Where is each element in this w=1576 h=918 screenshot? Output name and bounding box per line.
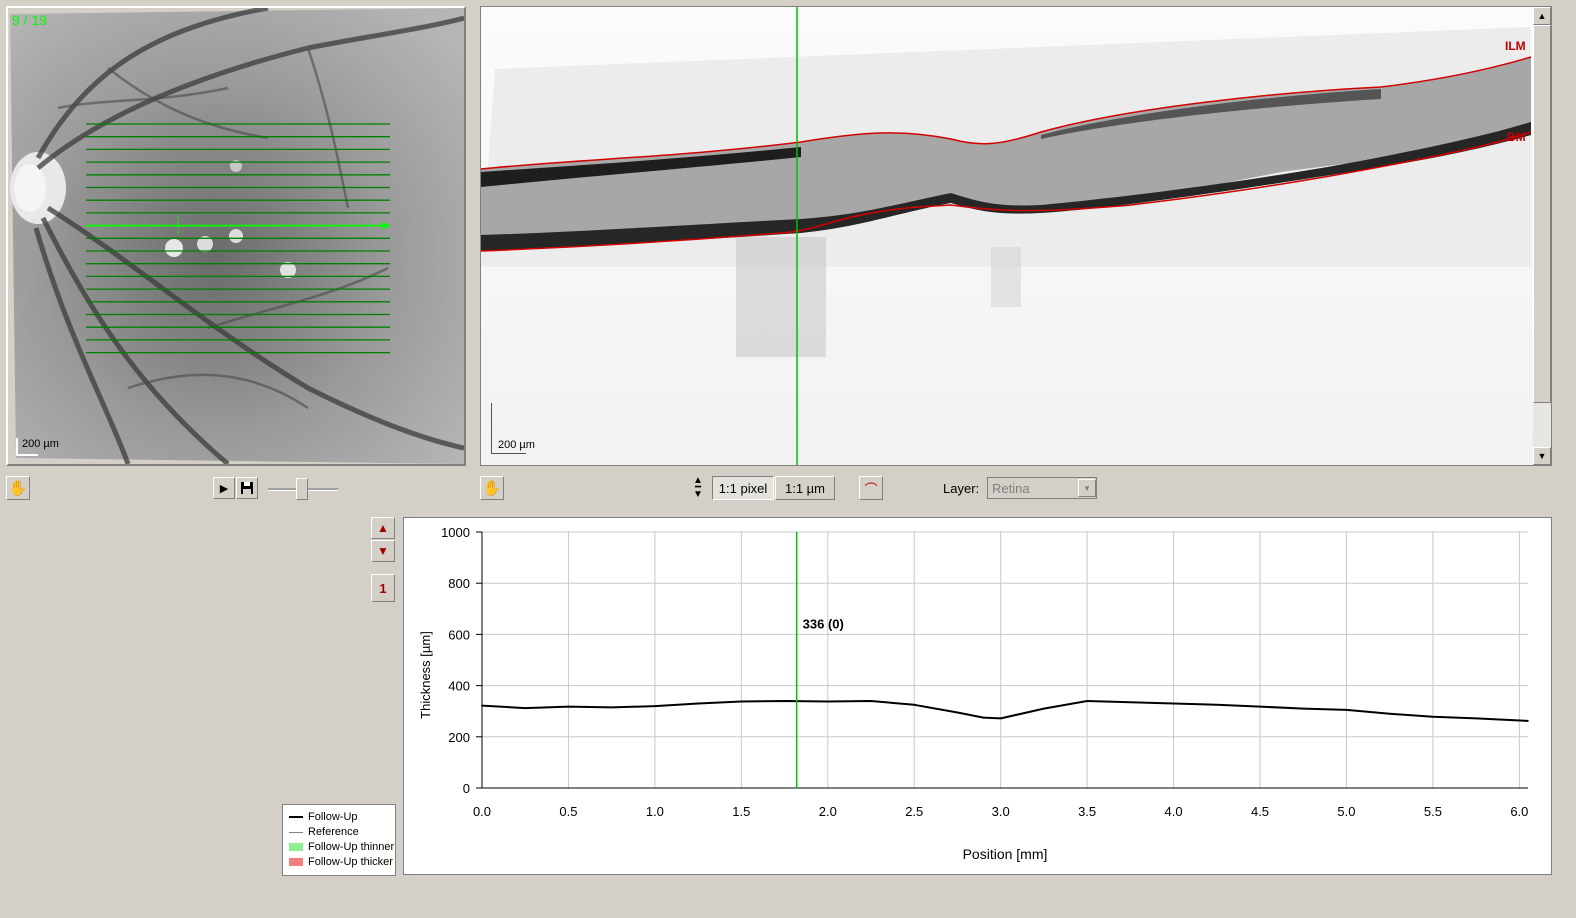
fundus-scale-label: 200 µm	[22, 438, 59, 450]
series-index-button[interactable]: 1	[371, 574, 395, 602]
bm-label: BM	[1507, 130, 1526, 144]
data-point	[1172, 702, 1175, 705]
chart-legend: Follow-Up Reference Follow-Up thinner Fo…	[282, 804, 396, 876]
arrow-up-icon: ▲	[377, 521, 389, 535]
x-tick-label: 5.5	[1424, 804, 1442, 819]
previous-series-button[interactable]: ▲	[371, 517, 395, 539]
data-point	[1527, 720, 1529, 722]
layer-select-value: Retina	[992, 481, 1030, 496]
scan-slider[interactable]	[268, 478, 338, 500]
y-tick-label: 400	[448, 679, 470, 694]
data-point	[826, 700, 829, 703]
data-point	[1043, 707, 1045, 710]
x-tick-label: 0.5	[559, 804, 577, 819]
legend-item-reference: Reference	[289, 825, 359, 839]
data-point	[1086, 700, 1088, 702]
x-tick-label: 1.5	[732, 804, 750, 819]
layer-edit-cursor-icon: ⌒	[864, 481, 878, 497]
series-follow-up-line	[481, 700, 1529, 722]
data-point	[1302, 707, 1305, 710]
layer-label: Layer:	[943, 481, 980, 496]
x-tick-label: 2.0	[819, 804, 837, 819]
next-series-button[interactable]: ▼	[371, 540, 395, 562]
x-tick-label: 3.0	[992, 804, 1010, 819]
x-tick-label: 2.5	[905, 804, 923, 819]
x-tick-label: 5.0	[1337, 804, 1355, 819]
x-tick-label: 6.0	[1510, 804, 1528, 819]
legend-item-thinner: Follow-Up thinner	[289, 840, 394, 854]
layer-dropdown-button[interactable]: ▼	[1078, 479, 1096, 497]
bscan-viewer[interactable]: ILM BM 200 µm ▲ ▼	[480, 6, 1552, 466]
fundus-image-viewer[interactable]: 9 / 19 200 µm	[6, 6, 466, 466]
x-tick-label: 0.0	[473, 804, 491, 819]
x-tick-label: 3.5	[1078, 804, 1096, 819]
data-point	[1475, 717, 1477, 720]
scroll-up-button[interactable]: ▲	[1533, 7, 1551, 25]
bscan-scale-label: 200 µm	[498, 439, 535, 451]
layer-select[interactable]: Retina ▼	[987, 477, 1097, 499]
zoom-1to1-pixel-button[interactable]: 1:1 pixel	[712, 476, 774, 500]
cursor-value-label: 336 (0)	[803, 616, 844, 631]
data-point	[1259, 705, 1261, 708]
legend-label: Follow-Up thinner	[308, 841, 395, 853]
data-point	[1388, 712, 1391, 715]
data-point	[697, 702, 699, 705]
scrollbar-thumb[interactable]	[1533, 25, 1551, 403]
y-tick-label: 600	[448, 627, 470, 642]
y-tick-label: 1000	[441, 525, 470, 540]
scan-counter: 9 / 19	[12, 12, 48, 28]
x-tick-label: 4.5	[1251, 804, 1269, 819]
y-tick-label: 0	[463, 781, 470, 796]
legend-label: Reference	[308, 826, 359, 838]
bscan-image	[481, 7, 1533, 465]
vertical-fit-icon[interactable]: ▲ ━ ▼	[691, 476, 705, 500]
data-point	[1345, 709, 1348, 711]
chevron-down-icon: ▼	[1083, 483, 1091, 493]
data-point	[740, 700, 743, 703]
play-button[interactable]: ▶	[213, 477, 235, 499]
scroll-down-button[interactable]: ▼	[1533, 447, 1551, 465]
ilm-label: ILM	[1505, 39, 1526, 53]
data-point	[524, 707, 527, 709]
slider-thumb[interactable]	[296, 478, 308, 500]
data-point	[1432, 716, 1434, 718]
thickness-chart-plot: 0.0 0.5 1.0 1.5 2.0 2.5 3.0 3.5 4.0 4.5 5.0 5.5 6.0 0…	[418, 525, 1529, 862]
x-axis-label: Position [mm]	[963, 846, 1048, 862]
zoom-1to1-um-button[interactable]: 1:1 µm	[775, 476, 835, 500]
data-point	[956, 711, 959, 714]
play-icon: ▶	[219, 482, 229, 495]
legend-label: Follow-Up thicker	[308, 856, 393, 868]
data-point	[870, 700, 872, 702]
legend-item-follow-up: Follow-Up	[289, 810, 358, 824]
hand-icon: ✋	[482, 480, 502, 497]
floppy-disk-icon	[241, 482, 253, 494]
data-point	[913, 704, 916, 706]
bscan-scrollbar[interactable]: ▲ ▼	[1533, 7, 1551, 465]
hand-icon: ✋	[8, 480, 28, 497]
data-point	[783, 700, 786, 702]
data-point	[1215, 704, 1218, 706]
legend-item-thicker: Follow-Up thicker	[289, 855, 393, 869]
fundus-image	[8, 8, 464, 464]
layer-edit-button[interactable]: ⌒	[859, 476, 883, 500]
bscan-pan-button[interactable]: ✋	[480, 476, 504, 500]
data-point	[982, 716, 985, 719]
thickness-chart[interactable]: 0.0 0.5 1.0 1.5 2.0 2.5 3.0 3.5 4.0 4.5 5.0 5.5 6.0 0…	[403, 517, 1552, 875]
arrow-down-icon: ▼	[377, 544, 389, 558]
data-point	[481, 704, 483, 707]
x-tick-label: 4.0	[1165, 804, 1183, 819]
fundus-pan-button[interactable]: ✋	[6, 476, 30, 500]
data-point	[1129, 701, 1132, 704]
y-tick-label: 800	[448, 576, 470, 591]
x-tick-label: 1.0	[646, 804, 664, 819]
data-point	[567, 705, 570, 708]
data-point	[999, 717, 1002, 720]
save-button[interactable]	[236, 477, 258, 499]
data-point	[610, 706, 613, 709]
y-tick-label: 200	[448, 730, 470, 745]
y-axis-label: Thickness [µm]	[418, 631, 433, 719]
data-point	[654, 705, 656, 707]
legend-label: Follow-Up	[308, 811, 358, 823]
